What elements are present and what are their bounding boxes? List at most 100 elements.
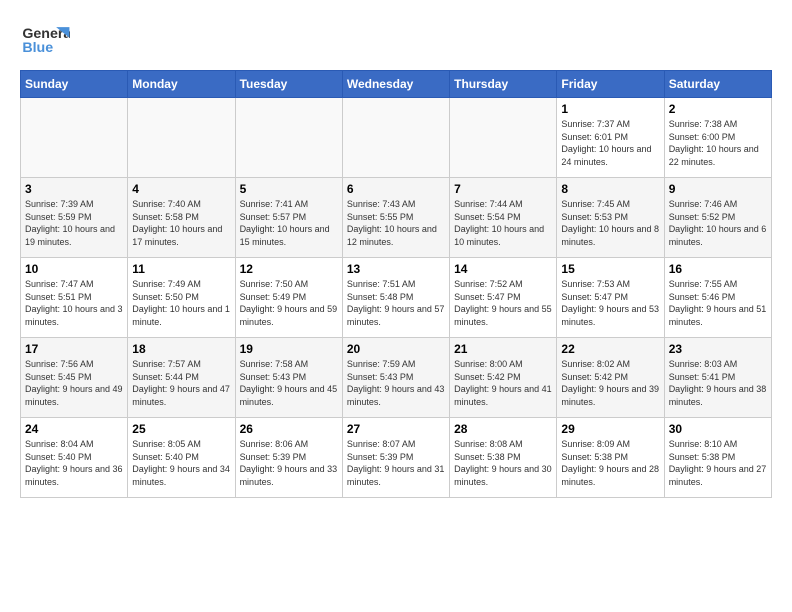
day-info: Sunrise: 7:59 AM Sunset: 5:43 PM Dayligh… — [347, 358, 445, 408]
day-number: 13 — [347, 262, 445, 276]
day-info: Sunrise: 7:43 AM Sunset: 5:55 PM Dayligh… — [347, 198, 445, 248]
header-thursday: Thursday — [450, 71, 557, 98]
day-cell: 2 Sunrise: 7:38 AM Sunset: 6:00 PM Daylig… — [664, 98, 771, 178]
day-cell: 21Sunrise: 8:00 AM Sunset: 5:42 PM Dayli… — [450, 338, 557, 418]
day-cell: 13 Sunrise: 7:51 AM Sunset: 5:48 PM Dayli… — [342, 258, 449, 338]
day-number: 10 — [25, 262, 123, 276]
day-info: Sunrise: 8:09 AM Sunset: 5:38 PM Dayligh… — [561, 438, 659, 488]
header-friday: Friday — [557, 71, 664, 98]
day-number: 30 — [669, 422, 767, 436]
week-row-4: 17 Sunrise: 7:56 AM Sunset: 5:45 PM Dayli… — [21, 338, 772, 418]
day-cell — [342, 98, 449, 178]
day-number: 27 — [347, 422, 445, 436]
day-number: 22 — [561, 342, 659, 356]
logo-icon: General Blue — [20, 20, 70, 60]
day-info: Sunrise: 7:44 AM Sunset: 5:54 PM Dayligh… — [454, 198, 552, 248]
day-cell: 11 Sunrise: 7:49 AM Sunset: 5:50 PM Dayli… — [128, 258, 235, 338]
day-cell: 30 Sunrise: 8:10 AM Sunset: 5:38 PM Dayli… — [664, 418, 771, 498]
week-row-3: 10 Sunrise: 7:47 AM Sunset: 5:51 PM Dayli… — [21, 258, 772, 338]
day-number: 11 — [132, 262, 230, 276]
day-info: Sunrise: 8:08 AM Sunset: 5:38 PM Dayligh… — [454, 438, 552, 488]
day-number: 1 — [561, 102, 659, 116]
day-info: Sunrise: 8:02 AM Sunset: 5:42 PM Dayligh… — [561, 358, 659, 408]
day-cell: 16 Sunrise: 7:55 AM Sunset: 5:46 PM Dayli… — [664, 258, 771, 338]
day-info: Sunrise: 8:07 AM Sunset: 5:39 PM Dayligh… — [347, 438, 445, 488]
day-info: Sunrise: 7:50 AM Sunset: 5:49 PM Dayligh… — [240, 278, 338, 328]
day-info: Sunrise: 7:49 AM Sunset: 5:50 PM Dayligh… — [132, 278, 230, 328]
day-number: 25 — [132, 422, 230, 436]
day-cell: 25 Sunrise: 8:05 AM Sunset: 5:40 PM Dayli… — [128, 418, 235, 498]
day-info: Sunrise: 7:38 AM Sunset: 6:00 PM Dayligh… — [669, 118, 767, 168]
day-cell — [235, 98, 342, 178]
svg-text:Blue: Blue — [22, 40, 53, 56]
day-cell: 5Sunrise: 7:41 AM Sunset: 5:57 PM Daylig… — [235, 178, 342, 258]
calendar-header-row: SundayMondayTuesdayWednesdayThursdayFrid… — [21, 71, 772, 98]
day-number: 17 — [25, 342, 123, 356]
day-number: 3 — [25, 182, 123, 196]
day-info: Sunrise: 7:56 AM Sunset: 5:45 PM Dayligh… — [25, 358, 123, 408]
day-cell: 18 Sunrise: 7:57 AM Sunset: 5:44 PM Dayli… — [128, 338, 235, 418]
day-info: Sunrise: 8:05 AM Sunset: 5:40 PM Dayligh… — [132, 438, 230, 488]
day-cell: 27 Sunrise: 8:07 AM Sunset: 5:39 PM Dayli… — [342, 418, 449, 498]
day-number: 7 — [454, 182, 552, 196]
day-number: 18 — [132, 342, 230, 356]
week-row-5: 24Sunrise: 8:04 AM Sunset: 5:40 PM Dayli… — [21, 418, 772, 498]
day-cell: 3Sunrise: 7:39 AM Sunset: 5:59 PM Daylig… — [21, 178, 128, 258]
day-cell — [450, 98, 557, 178]
day-info: Sunrise: 8:06 AM Sunset: 5:39 PM Dayligh… — [240, 438, 338, 488]
day-info: Sunrise: 8:04 AM Sunset: 5:40 PM Dayligh… — [25, 438, 123, 488]
day-cell: 1 Sunrise: 7:37 AM Sunset: 6:01 PM Daylig… — [557, 98, 664, 178]
day-cell: 17 Sunrise: 7:56 AM Sunset: 5:45 PM Dayli… — [21, 338, 128, 418]
day-number: 5 — [240, 182, 338, 196]
day-info: Sunrise: 7:37 AM Sunset: 6:01 PM Dayligh… — [561, 118, 659, 168]
day-info: Sunrise: 7:55 AM Sunset: 5:46 PM Dayligh… — [669, 278, 767, 328]
day-number: 20 — [347, 342, 445, 356]
day-cell: 15 Sunrise: 7:53 AM Sunset: 5:47 PM Dayli… — [557, 258, 664, 338]
day-cell: 12 Sunrise: 7:50 AM Sunset: 5:49 PM Dayli… — [235, 258, 342, 338]
day-info: Sunrise: 7:52 AM Sunset: 5:47 PM Dayligh… — [454, 278, 552, 328]
day-number: 26 — [240, 422, 338, 436]
page-header: General Blue — [20, 20, 772, 60]
header-saturday: Saturday — [664, 71, 771, 98]
day-cell: 9 Sunrise: 7:46 AM Sunset: 5:52 PM Daylig… — [664, 178, 771, 258]
day-number: 9 — [669, 182, 767, 196]
day-number: 4 — [132, 182, 230, 196]
day-cell: 6 Sunrise: 7:43 AM Sunset: 5:55 PM Daylig… — [342, 178, 449, 258]
day-cell: 29Sunrise: 8:09 AM Sunset: 5:38 PM Dayli… — [557, 418, 664, 498]
day-info: Sunrise: 7:51 AM Sunset: 5:48 PM Dayligh… — [347, 278, 445, 328]
day-info: Sunrise: 7:57 AM Sunset: 5:44 PM Dayligh… — [132, 358, 230, 408]
day-cell: 20 Sunrise: 7:59 AM Sunset: 5:43 PM Dayli… — [342, 338, 449, 418]
day-cell: 24Sunrise: 8:04 AM Sunset: 5:40 PM Dayli… — [21, 418, 128, 498]
day-number: 15 — [561, 262, 659, 276]
day-number: 6 — [347, 182, 445, 196]
week-row-2: 3Sunrise: 7:39 AM Sunset: 5:59 PM Daylig… — [21, 178, 772, 258]
day-info: Sunrise: 7:45 AM Sunset: 5:53 PM Dayligh… — [561, 198, 659, 248]
day-number: 16 — [669, 262, 767, 276]
header-monday: Monday — [128, 71, 235, 98]
day-info: Sunrise: 8:00 AM Sunset: 5:42 PM Dayligh… — [454, 358, 552, 408]
day-number: 23 — [669, 342, 767, 356]
logo: General Blue — [20, 20, 74, 60]
day-info: Sunrise: 7:47 AM Sunset: 5:51 PM Dayligh… — [25, 278, 123, 328]
day-cell: 22 Sunrise: 8:02 AM Sunset: 5:42 PM Dayli… — [557, 338, 664, 418]
day-cell: 4 Sunrise: 7:40 AM Sunset: 5:58 PM Daylig… — [128, 178, 235, 258]
header-wednesday: Wednesday — [342, 71, 449, 98]
calendar-table: SundayMondayTuesdayWednesdayThursdayFrid… — [20, 70, 772, 498]
day-cell: 10 Sunrise: 7:47 AM Sunset: 5:51 PM Dayli… — [21, 258, 128, 338]
day-info: Sunrise: 7:40 AM Sunset: 5:58 PM Dayligh… — [132, 198, 230, 248]
day-number: 12 — [240, 262, 338, 276]
day-info: Sunrise: 7:46 AM Sunset: 5:52 PM Dayligh… — [669, 198, 767, 248]
day-number: 8 — [561, 182, 659, 196]
day-cell — [21, 98, 128, 178]
day-info: Sunrise: 7:58 AM Sunset: 5:43 PM Dayligh… — [240, 358, 338, 408]
day-cell: 23Sunrise: 8:03 AM Sunset: 5:41 PM Dayli… — [664, 338, 771, 418]
day-number: 14 — [454, 262, 552, 276]
day-cell: 8 Sunrise: 7:45 AM Sunset: 5:53 PM Daylig… — [557, 178, 664, 258]
day-info: Sunrise: 8:10 AM Sunset: 5:38 PM Dayligh… — [669, 438, 767, 488]
day-number: 2 — [669, 102, 767, 116]
day-cell: 28Sunrise: 8:08 AM Sunset: 5:38 PM Dayli… — [450, 418, 557, 498]
header-tuesday: Tuesday — [235, 71, 342, 98]
day-number: 19 — [240, 342, 338, 356]
day-cell: 7 Sunrise: 7:44 AM Sunset: 5:54 PM Daylig… — [450, 178, 557, 258]
day-info: Sunrise: 7:53 AM Sunset: 5:47 PM Dayligh… — [561, 278, 659, 328]
